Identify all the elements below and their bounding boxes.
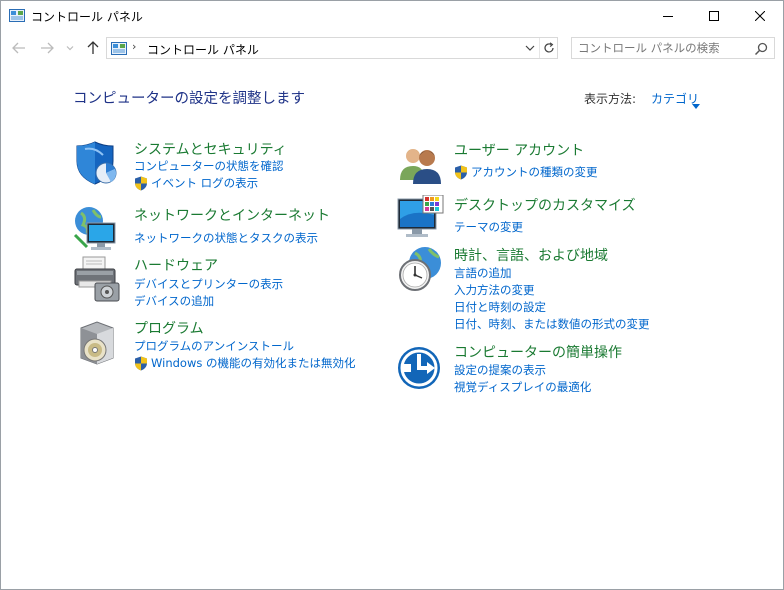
link-check-computer-status[interactable]: コンピューターの状態を確認 [134, 158, 284, 174]
page-title: コンピューターの設定を調整します [73, 91, 305, 107]
link-label: コンピューターの状態を確認 [134, 159, 284, 173]
recent-locations-button[interactable] [63, 38, 77, 58]
link-label: 日付、時刻、または数値の形式の変更 [454, 317, 650, 331]
uac-shield-icon [134, 356, 148, 371]
search-icon[interactable] [754, 41, 768, 56]
uac-shield-icon [134, 176, 148, 191]
search-box[interactable] [571, 37, 775, 59]
category-title-ease-of-access[interactable]: コンピューターの簡単操作 [454, 342, 622, 362]
caret-down-icon[interactable] [692, 94, 700, 113]
control-panel-icon [9, 8, 25, 22]
link-view-event-logs[interactable]: イベント ログの表示 [134, 175, 258, 191]
breadcrumb-separator[interactable]: › [239, 40, 243, 53]
navigation-bar: › コントロール パネル › [1, 34, 783, 62]
link-view-devices-printers[interactable]: デバイスとプリンターの表示 [134, 276, 283, 292]
view-by-label: 表示方法: [584, 92, 637, 106]
category-title-hardware[interactable]: ハードウェア [134, 255, 218, 275]
maximize-icon [709, 11, 719, 21]
link-change-theme[interactable]: テーマの変更 [454, 219, 523, 235]
link-label: デバイスの追加 [134, 294, 215, 308]
link-label: テーマの変更 [454, 220, 523, 234]
breadcrumb-separator[interactable]: › [132, 40, 136, 53]
link-label: 設定の提案の表示 [454, 363, 546, 377]
link-label: 視覚ディスプレイの最適化 [454, 380, 592, 394]
security-shield-icon[interactable] [73, 139, 121, 187]
category-title-system-security[interactable]: システムとセキュリティ [134, 139, 287, 159]
arrow-right-icon [41, 42, 54, 54]
chevron-down-icon [66, 46, 74, 51]
ease-of-access-icon[interactable] [397, 342, 445, 390]
category-hardware: ハードウェア デバイスとプリンターの表示 デバイスの追加 [73, 255, 373, 311]
category-title-user-accounts[interactable]: ユーザー アカウント [454, 140, 584, 160]
minimize-button[interactable] [645, 1, 691, 31]
arrow-up-icon [87, 41, 99, 54]
category-network-internet: ネットワークとインターネット ネットワークの状態とタスクの表示 [73, 205, 373, 251]
link-label: 日付と時刻の設定 [454, 300, 546, 314]
link-label: プログラムのアンインストール [134, 339, 294, 353]
category-title-network-internet[interactable]: ネットワークとインターネット [134, 205, 330, 225]
category-clock-region: 時計、言語、および地域 言語の追加 入力方法の変更 日付と時刻の設定 日付、時刻… [397, 245, 697, 335]
programs-box-icon[interactable] [73, 318, 121, 366]
minimize-icon [663, 16, 673, 17]
control-panel-icon [111, 41, 127, 55]
link-label: Windows の機能の有効化または無効化 [151, 356, 356, 370]
search-input[interactable] [578, 40, 748, 56]
network-globe-icon[interactable] [73, 205, 121, 253]
link-label: 言語の追加 [454, 266, 512, 280]
link-change-account-type[interactable]: アカウントの種類の変更 [454, 164, 598, 180]
link-view-network-status[interactable]: ネットワークの状態とタスクの表示 [134, 230, 318, 246]
refresh-icon [544, 42, 554, 53]
link-label: アカウントの種類の変更 [471, 165, 598, 179]
category-system-security: システムとセキュリティ コンピューターの状態を確認 イベント ログの表示 [73, 139, 373, 193]
link-change-input-method[interactable]: 入力方法の変更 [454, 282, 535, 298]
link-suggested-settings[interactable]: 設定の提案の表示 [454, 362, 546, 378]
users-icon[interactable] [397, 140, 445, 188]
link-label: イベント ログの表示 [151, 176, 259, 190]
chevron-down-icon [525, 45, 535, 51]
link-add-device[interactable]: デバイスの追加 [134, 293, 214, 309]
category-programs: プログラム プログラムのアンインストール Windows の機能の有効化または無… [73, 318, 373, 374]
close-icon [755, 11, 765, 21]
forward-button[interactable] [37, 38, 57, 58]
category-title-desktop-customization[interactable]: デスクトップのカスタマイズ [454, 195, 636, 215]
link-windows-features[interactable]: Windows の機能の有効化または無効化 [134, 355, 356, 371]
link-uninstall-program[interactable]: プログラムのアンインストール [134, 338, 294, 354]
category-user-accounts: ユーザー アカウント アカウントの種類の変更 [397, 140, 697, 186]
close-button[interactable] [737, 1, 783, 31]
category-ease-of-access: コンピューターの簡単操作 設定の提案の表示 視覚ディスプレイの最適化 [397, 342, 697, 398]
link-optimize-display[interactable]: 視覚ディスプレイの最適化 [454, 379, 591, 395]
link-label: デバイスとプリンターの表示 [134, 277, 284, 291]
link-label: 入力方法の変更 [454, 283, 535, 297]
category-desktop-customization: デスクトップのカスタマイズ テーマの変更 [397, 194, 697, 243]
link-add-language[interactable]: 言語の追加 [454, 265, 512, 281]
back-button[interactable] [9, 38, 29, 58]
control-panel-window: コントロール パネル › コントロール パネル › コントロール パネルの検索 … [0, 0, 784, 590]
link-label: ネットワークの状態とタスクの表示 [134, 231, 318, 245]
refresh-button[interactable] [539, 38, 558, 58]
clock-globe-icon[interactable] [397, 245, 445, 293]
link-change-formats[interactable]: 日付、時刻、または数値の形式の変更 [454, 316, 650, 332]
uac-shield-icon [454, 165, 468, 180]
category-title-clock-region[interactable]: 時計、言語、および地域 [454, 245, 608, 265]
title-bar[interactable]: コントロール パネル [1, 1, 783, 31]
desktop-palette-icon[interactable] [397, 194, 445, 243]
category-title-programs[interactable]: プログラム [134, 318, 204, 338]
up-button[interactable] [83, 38, 103, 58]
link-set-date-time[interactable]: 日付と時刻の設定 [454, 299, 546, 315]
arrow-left-icon [12, 42, 25, 54]
address-bar[interactable]: › コントロール パネル › [106, 37, 558, 59]
printer-icon[interactable] [73, 255, 121, 303]
window-title: コントロール パネル [31, 10, 143, 24]
maximize-button[interactable] [691, 1, 737, 31]
address-dropdown-button[interactable] [523, 40, 537, 56]
